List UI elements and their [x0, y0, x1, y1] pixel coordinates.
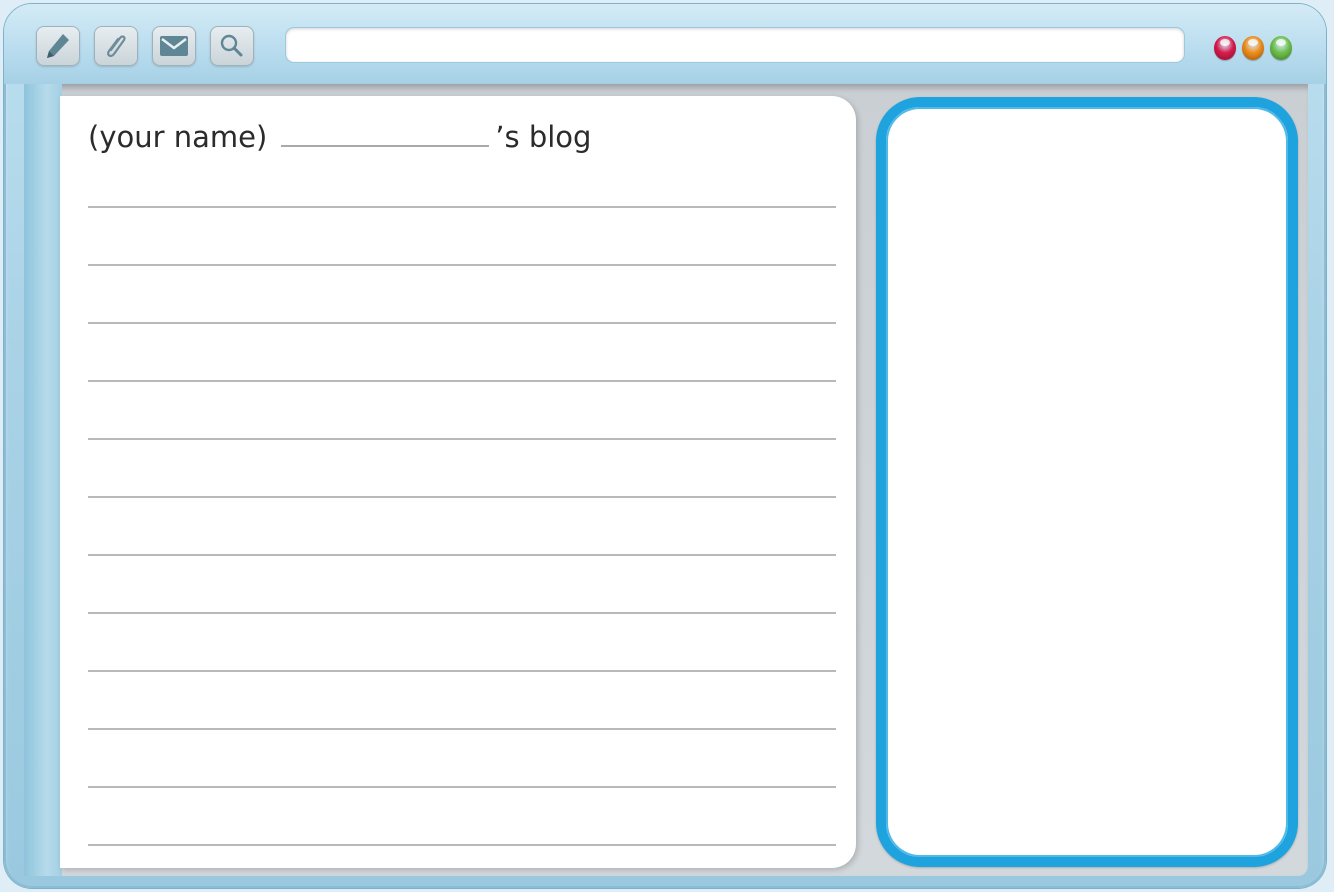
- left-rail: [24, 84, 62, 876]
- paperclip-icon: [102, 30, 130, 62]
- ruled-line: [88, 786, 836, 788]
- ruled-line: [88, 844, 836, 846]
- content-area: (your name) ’s blog: [24, 84, 1308, 876]
- image-panel[interactable]: [876, 97, 1298, 867]
- browser-window: (your name) ’s blog: [4, 4, 1326, 888]
- ruled-line: [88, 438, 836, 440]
- pencil-button[interactable]: [36, 26, 80, 66]
- maximize-window-button[interactable]: [1270, 36, 1292, 60]
- blog-title-suffix: ’s blog: [495, 120, 592, 154]
- ruled-line: [88, 380, 836, 382]
- ruled-line: [88, 728, 836, 730]
- toolbar: [4, 4, 1326, 84]
- ruled-line: [88, 264, 836, 266]
- address-bar[interactable]: [286, 28, 1184, 62]
- attach-button[interactable]: [94, 26, 138, 66]
- ruled-line: [88, 206, 836, 208]
- envelope-icon: [158, 34, 190, 58]
- pencil-icon: [44, 31, 72, 61]
- ruled-line: [88, 554, 836, 556]
- ruled-line: [88, 670, 836, 672]
- blog-panel[interactable]: (your name) ’s blog: [60, 96, 856, 868]
- blog-title-prefix: (your name): [88, 120, 268, 154]
- magnifier-icon: [218, 32, 246, 60]
- search-button[interactable]: [210, 26, 254, 66]
- name-blank-line[interactable]: [281, 123, 490, 147]
- close-window-button[interactable]: [1214, 36, 1236, 60]
- ruled-line: [88, 322, 836, 324]
- minimize-window-button[interactable]: [1242, 36, 1264, 60]
- mail-button[interactable]: [152, 26, 196, 66]
- ruled-line: [88, 612, 836, 614]
- ruled-line: [88, 496, 836, 498]
- blog-title: (your name) ’s blog: [88, 120, 591, 160]
